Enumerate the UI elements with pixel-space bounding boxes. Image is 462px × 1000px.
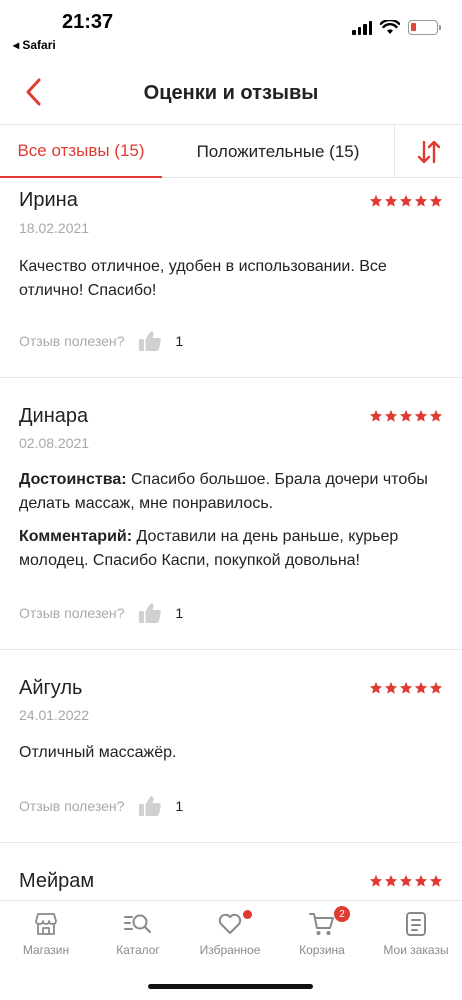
status-icons <box>352 20 441 35</box>
star-icon <box>414 409 428 428</box>
cellular-signal-icon <box>352 20 372 35</box>
nav-label: Мои заказы <box>383 943 449 957</box>
review-tabs: Все отзывы (15) Положительные (15) <box>0 124 462 178</box>
review-pros: Достоинства: Спасибо большое. Брала доче… <box>19 468 439 516</box>
reviewer-name: Айгуль <box>19 677 83 699</box>
cart-badge: 2 <box>334 906 350 922</box>
nav-label: Избранное <box>199 943 261 957</box>
sort-button[interactable] <box>394 125 462 178</box>
battery-icon <box>408 20 441 35</box>
review-item: Айгуль 24.01.2022 Отличный массажёр. Отз… <box>0 650 462 843</box>
star-icon <box>414 194 428 213</box>
page-title: Оценки и отзывы <box>143 82 319 104</box>
status-bar: 21:37 ◂ Safari <box>0 0 462 60</box>
review-item: Динара 02.08.2021 Достоинства: Спасибо б… <box>0 378 462 650</box>
reviewer-name: Динара <box>19 405 89 427</box>
nav-label: Магазин <box>22 943 70 957</box>
tab-all-reviews[interactable]: Все отзывы (15) <box>0 125 162 178</box>
star-icon <box>384 409 398 428</box>
star-icon <box>384 681 398 700</box>
star-icon <box>429 681 443 700</box>
star-icon <box>429 409 443 428</box>
thumbs-up-icon[interactable] <box>138 602 162 624</box>
helpful-row: Отзыв полезен? 1 <box>19 795 183 817</box>
helpful-row: Отзыв полезен? 1 <box>19 330 183 352</box>
nav-store[interactable]: Магазин <box>0 901 92 967</box>
nav-catalog[interactable]: Каталог <box>92 901 184 967</box>
back-to-safari-link[interactable]: ◂ Safari <box>13 38 56 52</box>
thumbs-up-icon[interactable] <box>138 795 162 817</box>
star-icon <box>399 194 413 213</box>
star-icon <box>399 874 413 893</box>
helpful-count: 1 <box>175 605 184 621</box>
heart-icon <box>217 910 252 938</box>
home-indicator <box>148 984 313 989</box>
review-text: Качество отличное, удобен в использовани… <box>19 258 387 299</box>
helpful-count: 1 <box>175 798 184 814</box>
review-date: 24.01.2022 <box>19 707 90 723</box>
battery-level-fill <box>411 23 416 31</box>
reviewer-name: Ирина <box>19 189 78 211</box>
nav-orders[interactable]: Мои заказы <box>370 901 462 967</box>
thumbs-up-icon[interactable] <box>138 330 162 352</box>
review-date: 02.08.2021 <box>19 435 90 451</box>
orders-icon <box>404 910 428 938</box>
wifi-icon <box>380 20 400 34</box>
review-text: Отличный массажёр. <box>19 744 177 761</box>
reviewer-name: Мейрам <box>19 870 95 892</box>
store-icon <box>33 910 59 938</box>
star-icon <box>414 681 428 700</box>
star-icon <box>399 409 413 428</box>
star-icon <box>369 681 383 700</box>
nav-label: Корзина <box>299 943 345 957</box>
helpful-label: Отзыв полезен? <box>19 605 125 621</box>
star-icon <box>369 874 383 893</box>
helpful-label: Отзыв полезен? <box>19 798 125 814</box>
star-icon <box>414 874 428 893</box>
nav-cart[interactable]: 2 Корзина <box>276 901 368 967</box>
star-rating <box>369 409 443 428</box>
star-rating <box>369 681 443 700</box>
review-item: Мейрам <box>0 843 462 903</box>
cart-icon: 2 <box>308 906 350 938</box>
helpful-count: 1 <box>175 333 184 349</box>
tab-positive-reviews[interactable]: Положительные (15) <box>162 125 394 178</box>
star-icon <box>369 409 383 428</box>
helpful-row: Отзыв полезен? 1 <box>19 602 183 624</box>
review-item: Ирина 18.02.2021 Качество отличное, удоб… <box>0 178 462 378</box>
notification-dot <box>243 910 252 919</box>
nav-label: Каталог <box>116 943 160 957</box>
star-icon <box>384 874 398 893</box>
star-icon <box>429 194 443 213</box>
star-icon <box>369 194 383 213</box>
star-icon <box>384 194 398 213</box>
pros-label: Достоинства: <box>19 471 127 488</box>
review-date: 18.02.2021 <box>19 220 90 236</box>
review-comment: Комментарий: Доставили на день раньше, к… <box>19 525 439 573</box>
star-icon <box>429 874 443 893</box>
sort-arrows-icon <box>417 140 440 163</box>
star-rating <box>369 874 443 893</box>
catalog-search-icon <box>123 910 153 938</box>
nav-favorites[interactable]: Избранное <box>184 901 276 967</box>
header: Оценки и отзывы <box>0 60 462 124</box>
helpful-label: Отзыв полезен? <box>19 333 125 349</box>
star-rating <box>369 194 443 213</box>
status-time: 21:37 <box>62 11 114 33</box>
comment-label: Комментарий: <box>19 528 133 545</box>
star-icon <box>399 681 413 700</box>
